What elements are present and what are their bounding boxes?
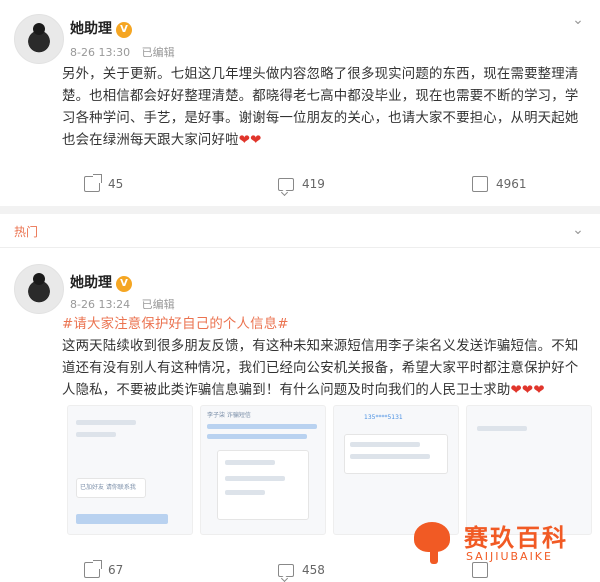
post-time[interactable]: 8-26 13:30 <box>70 46 130 59</box>
share-count: 67 <box>108 563 124 577</box>
content-text: 也会在绿洲每天跟大家问好啦 <box>62 133 239 148</box>
share-icon <box>84 174 102 192</box>
share-count: 45 <box>108 177 124 191</box>
post-time[interactable]: 8-26 13:24 <box>70 298 130 311</box>
watermark-subtitle: SAIJIUBAIKE <box>466 550 553 563</box>
chevron-down-icon[interactable]: ⌄ <box>570 222 586 238</box>
post-content: #请大家注意保护好自己的个人信息# 这两天陆续收到很多朋友反馈，有这种未知来源短… <box>62 314 592 402</box>
hashtag-link[interactable]: #请大家注意保护好自己的个人信息# <box>62 314 592 336</box>
watermark: 赛玖百科 SAIJIUBAIKE <box>408 512 588 572</box>
avatar[interactable] <box>14 14 64 64</box>
content-line: 也会在绿洲每天跟大家问好啦❤❤ <box>62 130 592 152</box>
avatar[interactable] <box>14 264 64 314</box>
author-name-text[interactable]: 她助理 <box>70 21 112 37</box>
content-line: 道还有没有别人有这种情况，我们已经向公安机关报备，希望大家平时都注意保护好个 <box>62 361 579 376</box>
image-snippet: 已加好友 请你联系我 <box>80 484 136 491</box>
content-line: 楚。也相信都会好好整理清楚。都晓得老七高中都没毕业，现在也需要不断的学习，学 <box>62 89 579 104</box>
post-content: 另外，关于更新。七姐这几年埋头做内容忽略了很多现实问题的东西，现在需要整理清 楚… <box>62 64 592 152</box>
share-button[interactable]: 45 <box>84 172 123 196</box>
content-text: 人隐私，不要被此类诈骗信息骗到！有什么问题及时向我们的人民卫士求助 <box>62 383 511 398</box>
content-line: 另外，关于更新。七姐这几年埋头做内容忽略了很多现实问题的东西，现在需要整理清 <box>62 67 579 82</box>
content-line: 习各种学问、手艺，是好事。谢谢每一位朋友的关心，也请大家不要担心，从明天起她 <box>62 111 579 126</box>
edited-status: 已编辑 <box>141 46 175 59</box>
like-count: 4961 <box>496 177 527 191</box>
whale-tail-logo-icon <box>408 516 460 566</box>
verified-badge-icon: V <box>116 22 132 38</box>
author-name-text[interactable]: 她助理 <box>70 275 112 291</box>
content-line: 这两天陆续收到很多朋友反馈，有这种未知来源短信用李子柒名义发送诈骗短信。不知 <box>62 339 579 354</box>
image-snippet: 135****5131 <box>364 414 403 421</box>
share-button[interactable]: 67 <box>84 558 123 582</box>
post-card: 她助理 V 8-26 13:30 已编辑 ⌄ 另外，关于更新。七姐这几年埋头做内容… <box>0 0 600 206</box>
content-line: 人隐私，不要被此类诈骗信息骗到！有什么问题及时向我们的人民卫士求助❤❤❤ <box>62 380 592 402</box>
post-meta: 8-26 13:30 已编辑 <box>70 44 183 60</box>
hot-label: 热门 <box>14 225 39 239</box>
watermark-title: 赛玖百科 <box>464 524 568 552</box>
comment-button[interactable]: 458 <box>278 558 325 582</box>
image-thumbnail[interactable]: 李子柒 诈骗短信 <box>200 405 326 535</box>
author-name[interactable]: 她助理 V <box>70 272 132 292</box>
chevron-down-icon[interactable]: ⌄ <box>570 12 586 28</box>
post-actions: 45 419 4961 <box>0 172 600 196</box>
hot-section-header: 热门 ⌄ <box>0 214 600 248</box>
comment-icon <box>278 177 294 191</box>
comment-icon <box>278 563 294 577</box>
comment-count: 458 <box>302 563 325 577</box>
section-separator <box>0 206 600 214</box>
heart-emoji: ❤❤❤ <box>510 383 545 398</box>
image-thumbnail[interactable]: 已加好友 请你联系我 <box>67 405 193 535</box>
verified-badge-icon: V <box>116 276 132 292</box>
comment-count: 419 <box>302 177 325 191</box>
thumbs-up-icon <box>472 176 488 192</box>
comment-button[interactable]: 419 <box>278 172 325 196</box>
like-button[interactable]: 4961 <box>472 172 527 196</box>
edited-status: 已编辑 <box>141 298 175 311</box>
post-meta: 8-26 13:24 已编辑 <box>70 296 183 312</box>
image-snippet: 李子柒 诈骗短信 <box>207 412 251 419</box>
share-icon <box>84 560 102 578</box>
heart-emoji: ❤❤ <box>238 133 262 148</box>
author-name[interactable]: 她助理 V <box>70 18 132 38</box>
